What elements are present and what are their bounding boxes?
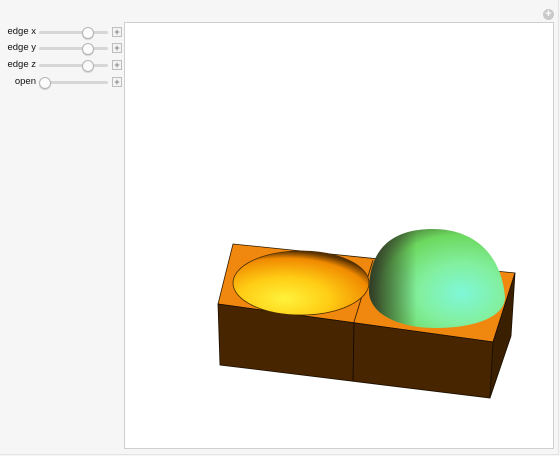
slider-thumb-edge-y[interactable] [82,43,94,55]
slider-thumb-edge-x[interactable] [82,27,94,39]
dome-shadow [369,229,505,328]
bowl-hemisphere [232,250,370,316]
control-edge-z: edge z + [0,58,124,72]
slider-thumb-edge-z[interactable] [82,60,94,72]
plus-square-icon[interactable]: + [112,27,122,37]
plus-square-icon[interactable]: + [112,60,122,70]
slider-edge-x[interactable] [39,27,108,39]
control-label-open: open [14,76,36,87]
3d-scene[interactable] [125,23,555,450]
control-edge-x: edge x + [0,25,124,39]
control-label-edge-z: edge z [7,59,36,70]
control-open: open + [0,75,124,89]
graphics-viewport[interactable] [124,22,554,449]
control-label-edge-x: edge x [7,26,36,37]
manipulate-panel: + edge x + edge y + edge z + open + [0,0,560,456]
plus-square-icon[interactable]: + [112,77,122,87]
control-label-edge-y: edge y [7,42,36,53]
plus-square-icon[interactable]: + [112,43,122,53]
control-edge-y: edge y + [0,41,124,55]
slider-edge-z[interactable] [39,60,108,72]
slider-open[interactable] [39,77,108,89]
slider-edge-y[interactable] [39,43,108,55]
plus-circle-icon[interactable]: + [543,9,554,20]
slider-thumb-open[interactable] [39,77,51,89]
